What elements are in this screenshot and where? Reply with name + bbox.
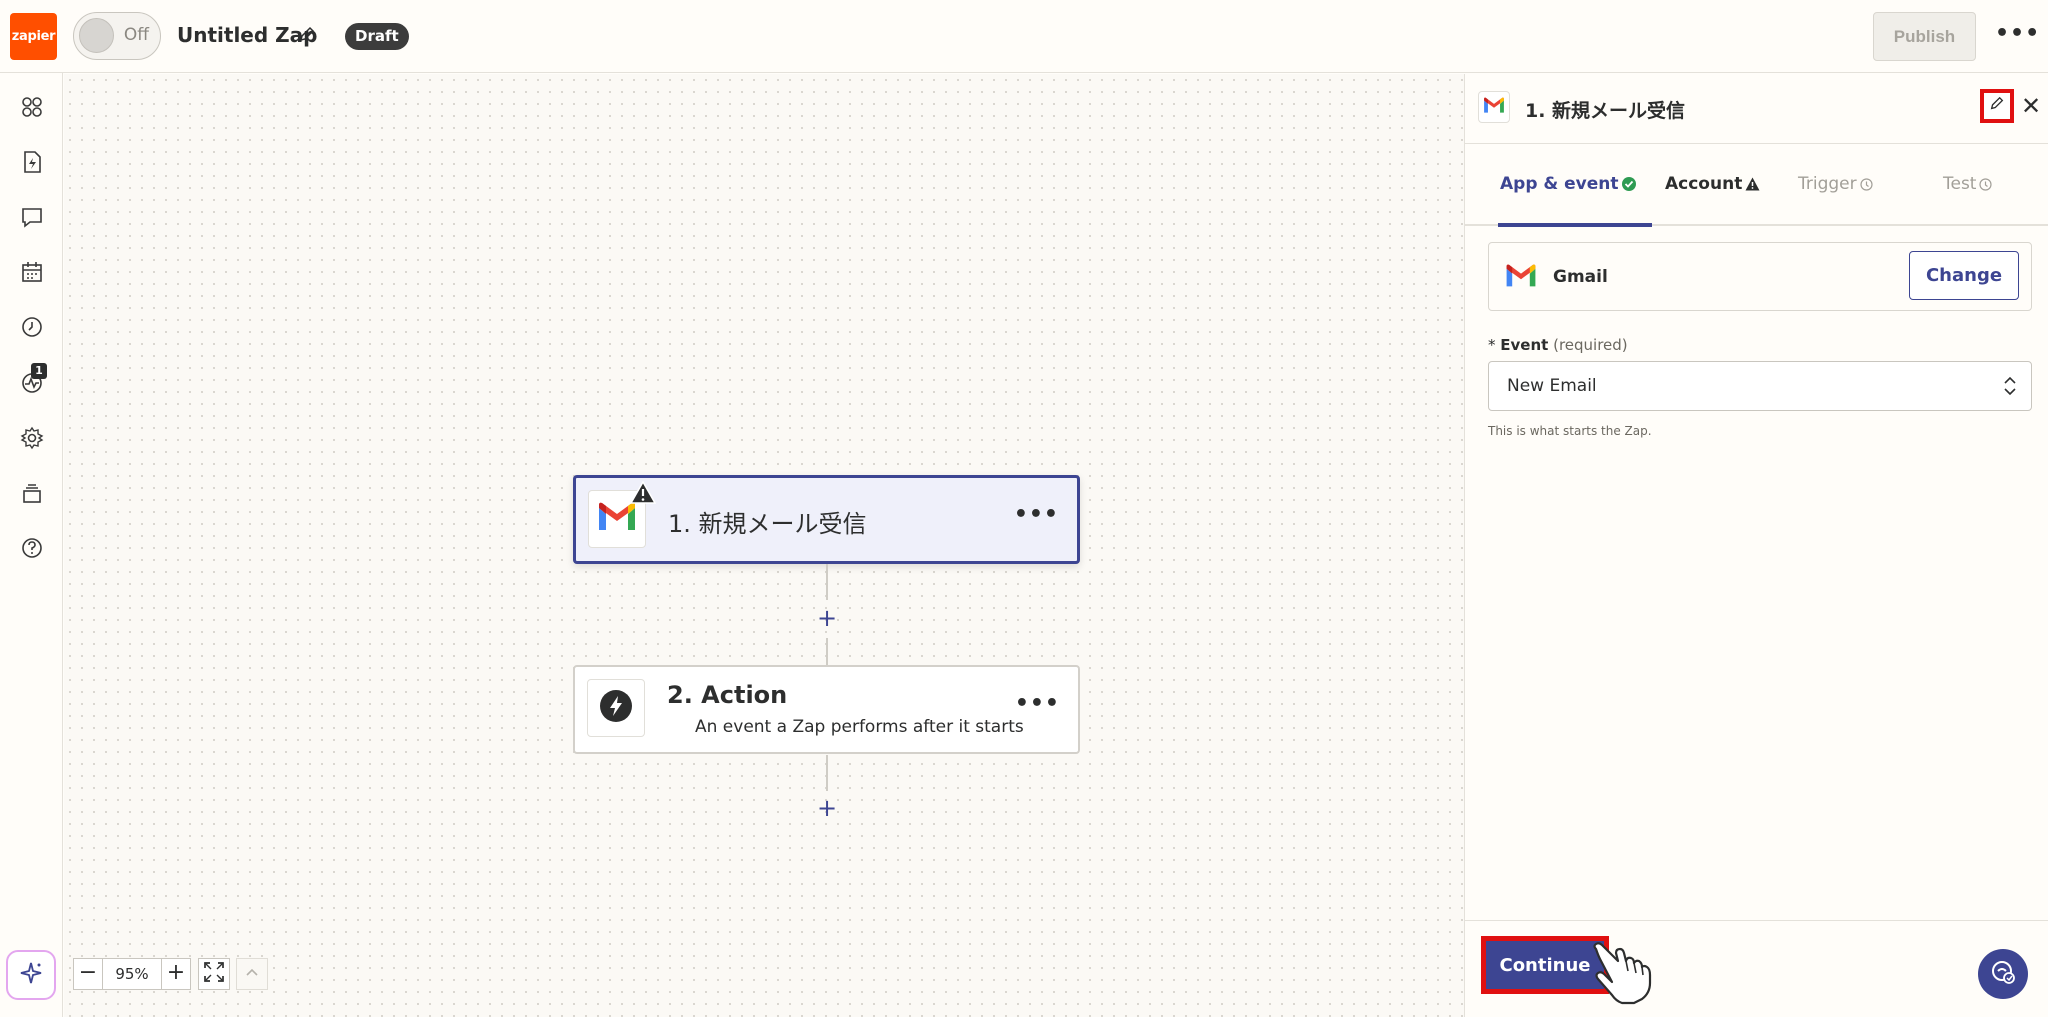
history-icon[interactable] [18, 313, 46, 341]
ai-assistant-button[interactable] [6, 950, 56, 1000]
chat-icon[interactable] [18, 203, 46, 231]
event-select[interactable]: New Email [1488, 361, 2032, 411]
zoom-in-button[interactable]: + [161, 958, 191, 990]
layers-icon[interactable] [18, 479, 46, 507]
step-subtitle: An event a Zap performs after it starts [695, 717, 1024, 737]
notification-badge: 1 [31, 363, 47, 379]
expand-icon [203, 961, 225, 987]
more-options-button[interactable]: ••• [1995, 23, 2039, 50]
event-label-text: Event [1500, 336, 1549, 354]
chevron-up-icon [244, 964, 260, 984]
step-more-button[interactable]: ••• [1015, 691, 1060, 716]
step-more-button[interactable]: ••• [1014, 502, 1059, 527]
panel-app-icon [1478, 91, 1510, 123]
fit-to-screen-button[interactable] [198, 958, 230, 990]
pending-icon [1979, 176, 1993, 196]
zap-editor-canvas[interactable]: 1. 新規メール受信 ••• + 2. Action An event a Za… [64, 74, 1464, 1017]
tab-label: App & event [1500, 174, 1619, 194]
zoom-out-button[interactable]: − [73, 958, 103, 990]
step-app-icon [587, 679, 645, 737]
panel-title: 1. 新規メール受信 [1525, 100, 1686, 122]
required-mark: * [1488, 336, 1496, 354]
top-bar: zapier Off Untitled Zap Draft Publish ••… [0, 0, 2048, 73]
pending-icon [1860, 176, 1873, 196]
gmail-icon [1483, 97, 1505, 118]
panel-footer: Continue [1465, 920, 2048, 1017]
tab-app-event[interactable]: App & event [1500, 174, 1636, 196]
active-tab-indicator [1498, 223, 1652, 227]
toggle-knob [79, 18, 114, 53]
action-step-card[interactable]: 2. Action An event a Zap performs after … [573, 665, 1080, 754]
status-badge: Draft [345, 23, 409, 50]
zoom-level: 95% [103, 958, 161, 990]
add-step-button[interactable]: + [814, 606, 840, 632]
change-app-button[interactable]: Change [1909, 251, 2019, 300]
settings-icon[interactable] [18, 424, 46, 452]
publish-button[interactable]: Publish [1873, 12, 1976, 61]
check-circle-icon [1621, 176, 1636, 196]
toggle-label: Off [123, 25, 149, 45]
tab-test[interactable]: Test [1943, 174, 1993, 196]
gmail-icon [1505, 264, 1537, 292]
selected-app-row: Gmail Change [1488, 242, 2032, 311]
connector-line [826, 755, 828, 791]
support-chat-button[interactable] [1978, 949, 2028, 999]
app-name: Gmail [1553, 267, 1608, 287]
continue-highlight: Continue [1481, 936, 1609, 994]
zoom-controls: − 95% + [73, 958, 191, 990]
step-title: 2. Action [667, 681, 788, 709]
tab-label: Account [1665, 174, 1743, 194]
warning-icon [629, 480, 657, 505]
event-help-text: This is what starts the Zap. [1488, 424, 1652, 438]
step-editor-panel: 1. 新規メール受信 ✕ App & event Account Trigger… [1464, 74, 2048, 1017]
warning-icon [1745, 176, 1760, 196]
zap-on-off-toggle[interactable]: Off [73, 12, 161, 60]
step-tabs: App & event Account Trigger Test [1465, 144, 2048, 227]
panel-header: 1. 新規メール受信 ✕ [1465, 74, 2048, 144]
zap-file-icon[interactable] [18, 148, 46, 176]
apps-grid-icon[interactable] [18, 93, 46, 121]
chevron-up-down-icon [2001, 375, 2019, 401]
zap-title[interactable]: Untitled Zap [177, 23, 317, 47]
add-step-button[interactable]: + [814, 796, 840, 822]
left-sidebar: 1 [0, 73, 63, 1017]
pencil-icon[interactable] [298, 26, 316, 44]
tab-label: Trigger [1798, 174, 1857, 194]
gmail-icon [597, 502, 637, 536]
tab-account[interactable]: Account [1665, 174, 1760, 196]
tab-trigger[interactable]: Trigger [1798, 174, 1873, 196]
event-selected-value: New Email [1507, 376, 1597, 396]
pencil-icon [1989, 96, 2005, 116]
tab-label: Test [1943, 174, 1977, 194]
required-hint: (required) [1553, 336, 1628, 354]
close-icon[interactable]: ✕ [2021, 92, 2041, 120]
event-field-label: * Event (required) [1488, 336, 1628, 354]
zapier-logo[interactable]: zapier [10, 13, 57, 60]
continue-button[interactable]: Continue [1486, 941, 1604, 989]
trigger-step-card[interactable]: 1. 新規メール受信 ••• [573, 475, 1080, 564]
sparkle-icon [18, 960, 44, 990]
help-icon[interactable] [18, 534, 46, 562]
collapse-button[interactable] [236, 958, 268, 990]
bolt-icon [599, 689, 633, 727]
calendar-icon[interactable] [18, 258, 46, 286]
support-icon [1988, 957, 2018, 991]
pointing-hand-icon [1592, 939, 1664, 1005]
step-title: 1. 新規メール受信 [668, 510, 867, 538]
connector-line [826, 638, 828, 665]
connector-line [826, 564, 828, 600]
rename-step-button[interactable] [1980, 89, 2014, 123]
